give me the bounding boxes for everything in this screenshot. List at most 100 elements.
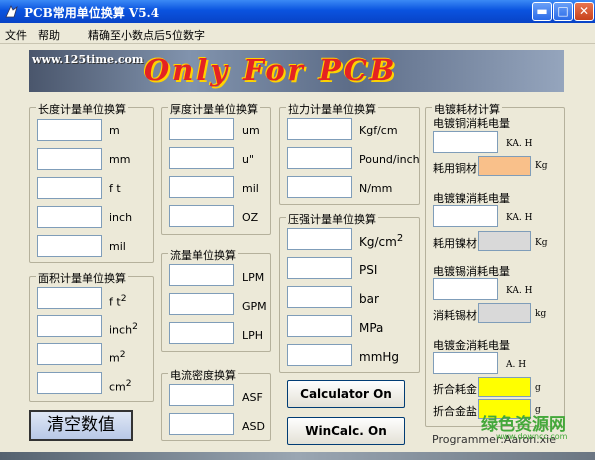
area-unit-ft2: f t2 <box>109 293 127 309</box>
thickness-unit-uinch: u" <box>242 153 255 166</box>
nickel-power-label: 电镀镍消耗电量 <box>433 192 510 205</box>
area-unit-inch2: inch2 <box>109 321 138 337</box>
area-cm2-input[interactable] <box>37 372 102 394</box>
bottom-strip <box>0 452 595 460</box>
flow-group-title: 流量单位换算 <box>168 247 238 263</box>
pressure-unit-mpa: MPa <box>359 321 384 335</box>
area-ft2-input[interactable] <box>37 287 102 309</box>
area-unit-m2: m2 <box>109 349 126 365</box>
flow-gpm-input[interactable] <box>169 293 234 315</box>
pressure-unit-mmhg: mmHg <box>359 350 400 364</box>
force-nmm-input[interactable] <box>287 176 352 198</box>
tin-material-label: 消耗锡材 <box>433 309 477 322</box>
menu-help[interactable]: 帮助 <box>38 27 60 43</box>
pressure-unit-bar: bar <box>359 292 379 306</box>
copper-material-label: 耗用铜材 <box>433 162 477 175</box>
precision-note: 精确至小数点后5位数字 <box>88 29 205 42</box>
force-poundinch-input[interactable] <box>287 147 352 169</box>
copper-power-unit: KA. H <box>506 139 533 149</box>
app-icon <box>5 5 18 18</box>
pressure-psi-input[interactable] <box>287 257 352 279</box>
area-unit-inch2-base: inch <box>109 323 133 337</box>
length-mm-input[interactable] <box>37 148 102 170</box>
banner-url: www.125time.com <box>32 53 144 66</box>
gold-power-unit: A. H <box>506 360 527 370</box>
current-unit-asd: ASD <box>242 420 265 433</box>
area-unit-m2-base: m <box>109 351 120 365</box>
current-unit-asf: ASF <box>242 391 263 404</box>
flow-lpm-input[interactable] <box>169 264 234 286</box>
copper-material-unit: Kg <box>535 161 548 171</box>
menu-bar: 文件 帮助 精确至小数点后5位数字 <box>0 23 595 44</box>
wincalc-on-button[interactable]: WinCalc. On <box>287 417 405 445</box>
nickel-power-input[interactable] <box>433 205 498 227</box>
thickness-um-input[interactable] <box>169 118 234 140</box>
thickness-mil-input[interactable] <box>169 176 234 198</box>
tin-power-input[interactable] <box>433 278 498 300</box>
window-title: PCB常用单位换算 V5.4 <box>24 6 160 20</box>
thickness-unit-um: um <box>242 124 260 137</box>
calculator-on-button[interactable]: Calculator On <box>287 380 405 408</box>
pressure-unit-kgcm2-base: Kg/cm <box>359 235 397 249</box>
nickel-material-output <box>478 231 531 251</box>
close-icon: ✕ <box>578 4 590 18</box>
tin-material-output <box>478 303 531 323</box>
minimize-button[interactable]: ▬ <box>532 2 552 21</box>
pressure-mmhg-input[interactable] <box>287 344 352 366</box>
thickness-oz-input[interactable] <box>169 205 234 227</box>
gold-salt-label: 折合金盐 <box>433 405 477 418</box>
length-unit-mm: mm <box>109 153 131 166</box>
gold-consumed-output <box>478 377 531 397</box>
gold-consumed-label: 折合耗金 <box>433 383 477 396</box>
current-asf-input[interactable] <box>169 384 234 406</box>
thickness-uinch-input[interactable] <box>169 147 234 169</box>
current-asd-input[interactable] <box>169 413 234 435</box>
gold-consumed-unit: g <box>535 383 541 393</box>
area-inch2-input[interactable] <box>37 315 102 337</box>
length-unit-ft: f t <box>109 182 121 195</box>
maximize-button[interactable]: □ <box>553 2 573 21</box>
area-unit-cm2-sup: 2 <box>125 378 132 389</box>
thickness-unit-oz: OZ <box>242 211 259 224</box>
minimize-icon: ▬ <box>536 4 548 18</box>
flow-unit-lph: LPH <box>242 329 264 342</box>
banner-slogan: Only For PCB <box>144 53 398 87</box>
flow-lph-input[interactable] <box>169 322 234 344</box>
length-mil-input[interactable] <box>37 235 102 257</box>
tin-power-label: 电镀锡消耗电量 <box>433 265 510 278</box>
force-unit-kgfcm: Kgf/cm <box>359 124 398 137</box>
gold-power-label: 电镀金消耗电量 <box>433 339 510 352</box>
length-inch-input[interactable] <box>37 206 102 228</box>
copper-power-input[interactable] <box>433 131 498 153</box>
thickness-group-title: 厚度计量单位换算 <box>168 101 260 117</box>
maximize-icon: □ <box>557 4 569 18</box>
copper-power-label: 电镀铜消耗电量 <box>433 117 510 130</box>
pressure-unit-kgcm2: Kg/cm2 <box>359 233 403 249</box>
pressure-unit-psi: PSI <box>359 263 378 277</box>
pressure-mpa-input[interactable] <box>287 315 352 337</box>
copper-material-output <box>478 156 531 176</box>
current-density-group-title: 电流密度换算 <box>168 367 238 383</box>
flow-unit-gpm: GPM <box>242 300 267 313</box>
area-m2-input[interactable] <box>37 343 102 365</box>
clear-values-button[interactable]: 清空数值 <box>29 410 133 441</box>
force-unit-poundinch: Pound/inch <box>359 153 420 166</box>
area-unit-cm2-base: cm <box>109 380 126 394</box>
length-unit-mil: mil <box>109 240 126 253</box>
tin-power-unit: KA. H <box>506 286 533 296</box>
watermark-url: www.downcc.com <box>496 432 568 441</box>
menu-file[interactable]: 文件 <box>5 27 27 43</box>
area-unit-inch2-sup: 2 <box>132 321 138 332</box>
force-kgfcm-input[interactable] <box>287 118 352 140</box>
length-group-title: 长度计量单位换算 <box>36 101 128 117</box>
close-button[interactable]: ✕ <box>574 2 594 21</box>
length-m-input[interactable] <box>37 119 102 141</box>
pressure-unit-kgcm2-sup: 2 <box>396 233 404 244</box>
force-unit-nmm: N/mm <box>359 182 393 195</box>
pressure-bar-input[interactable] <box>287 286 352 308</box>
length-unit-m: m <box>109 124 120 137</box>
banner-image: www.125time.com Only For PCB <box>29 50 564 92</box>
gold-power-input[interactable] <box>433 352 498 374</box>
pressure-kgcm2-input[interactable] <box>287 228 352 250</box>
length-ft-input[interactable] <box>37 177 102 199</box>
